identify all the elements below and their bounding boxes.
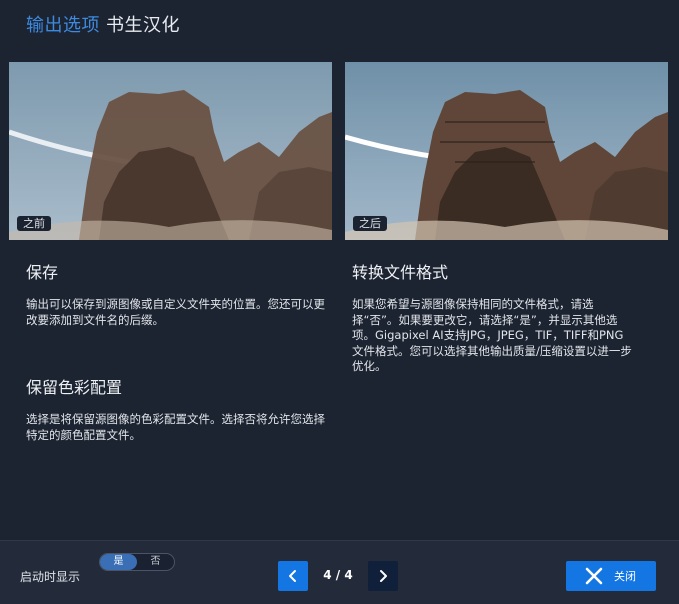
close-button-label: 关闭 [614, 570, 636, 583]
page-indicator: 4 / 4 [323, 568, 353, 582]
before-photo [9, 62, 332, 240]
save-section-body: 输出可以保存到源图像或自定义文件夹的位置。您还可以更改要添加到文件名的后缀。 [26, 297, 325, 327]
chevron-right-icon [380, 570, 387, 582]
color-section-title: 保留色彩配置 [26, 378, 123, 397]
toggle-no-option[interactable]: 否 [137, 554, 174, 570]
close-icon [585, 567, 603, 585]
footer-bar: 启动时显示 是 否 4 / 4 关闭 [0, 540, 679, 604]
page-subtitle: 书生汉化 [106, 15, 180, 36]
chevron-left-icon [289, 570, 296, 582]
after-label: 之后 [353, 216, 387, 231]
before-image: 之前 [9, 62, 332, 240]
show-on-start-toggle[interactable]: 是 否 [99, 553, 175, 571]
after-photo [345, 62, 668, 240]
color-section-body: 选择是将保留源图像的色彩配置文件。选择否将允许您选择特定的颜色配置文件。 [26, 412, 325, 442]
close-button[interactable]: 关闭 [566, 561, 656, 591]
toggle-yes-option[interactable]: 是 [100, 554, 137, 570]
convert-section-title: 转换文件格式 [352, 263, 449, 282]
page-title: 输出选项 [26, 15, 100, 36]
save-section-title: 保存 [26, 263, 59, 282]
before-label: 之前 [17, 216, 51, 231]
show-on-start-label: 启动时显示 [20, 570, 81, 584]
page-header: 输出选项 书生汉化 [26, 14, 180, 38]
after-image: 之后 [345, 62, 668, 240]
previous-page-button[interactable] [278, 561, 308, 591]
next-page-button[interactable] [368, 561, 398, 591]
convert-section-body: 如果您希望与源图像保持相同的文件格式，请选择“否”。如果要更改它，请选择“是”，… [352, 297, 632, 373]
